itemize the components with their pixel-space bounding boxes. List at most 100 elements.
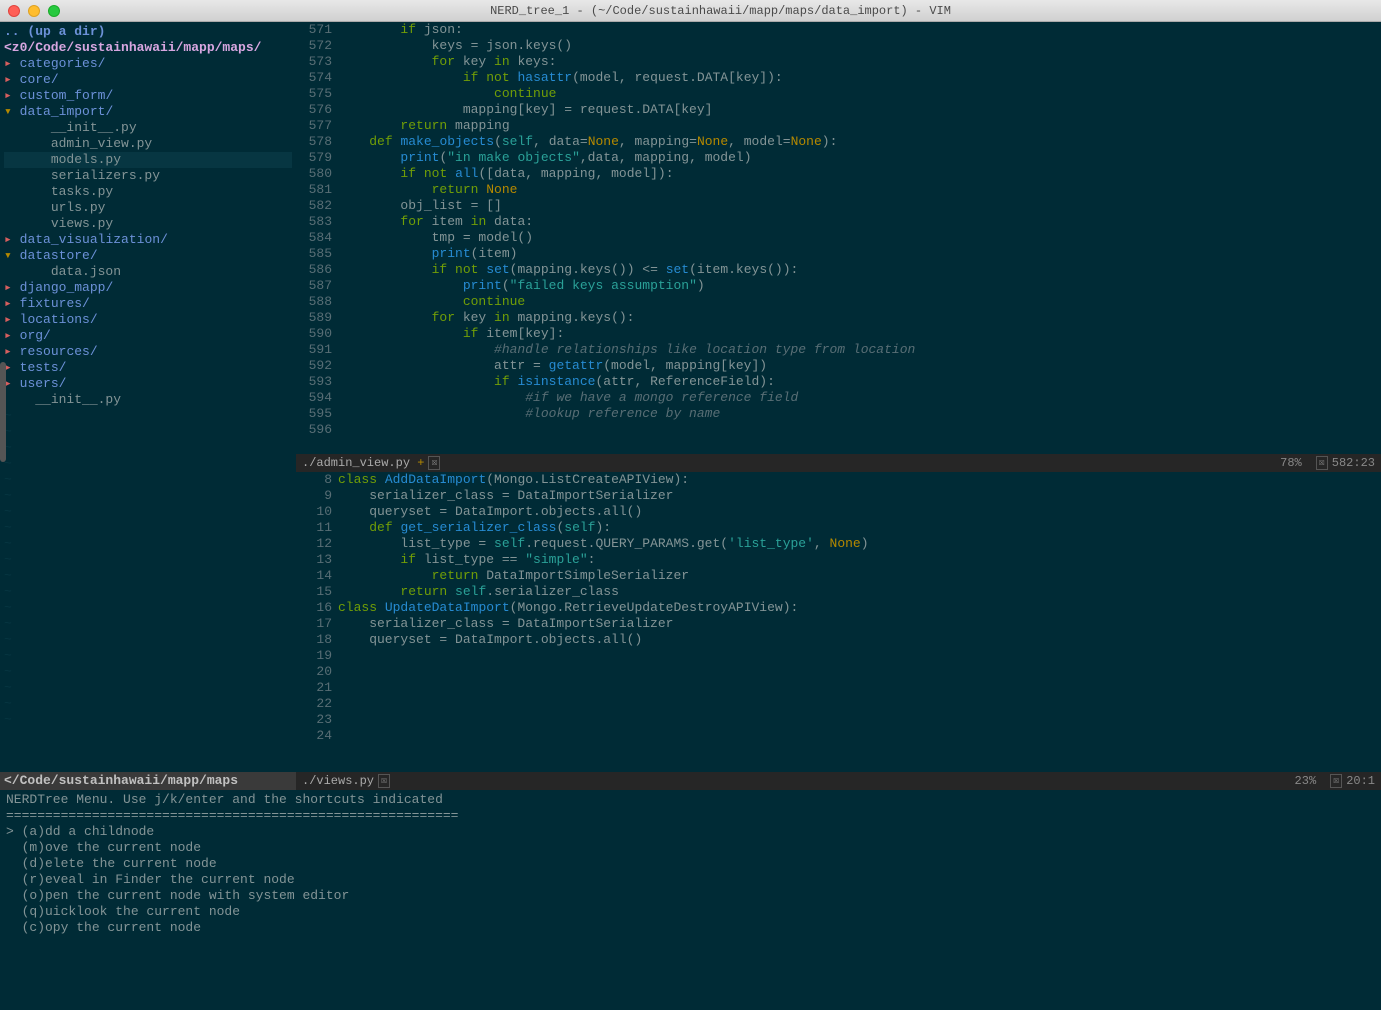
line-number: 583 [296, 214, 332, 230]
code-line[interactable]: queryset = DataImport.objects.all() [338, 632, 1381, 648]
tree-file[interactable]: tasks.py [4, 184, 292, 200]
tree-dir[interactable]: ▸ org/ [4, 328, 292, 344]
code-line[interactable]: if isinstance(attr, ReferenceField): [338, 374, 1381, 390]
tree-dir[interactable]: ▸ core/ [4, 72, 292, 88]
tree-dir[interactable]: ▸ locations/ [4, 312, 292, 328]
line-gutter: 89101112131415161718192021222324 [296, 472, 338, 772]
scrollbar[interactable] [0, 362, 6, 462]
code-line[interactable]: continue [338, 86, 1381, 102]
code-line[interactable]: class UpdateDataImport(Mongo.RetrieveUpd… [338, 600, 1381, 616]
code-line[interactable]: queryset = DataImport.objects.all() [338, 504, 1381, 520]
code-line[interactable]: #lookup reference by name [338, 406, 1381, 422]
code-line[interactable]: class AddDataImport(Mongo.ListCreateAPIV… [338, 472, 1381, 488]
line-number: 574 [296, 70, 332, 86]
code-line[interactable]: #handle relationships like location type… [338, 342, 1381, 358]
line-number: 590 [296, 326, 332, 342]
sidebar-statusline: </Code/sustainhawaii/mapp/maps [0, 772, 296, 790]
tree-file[interactable]: serializers.py [4, 168, 292, 184]
code-line[interactable]: return None [338, 182, 1381, 198]
tree-dir[interactable]: ▸ data_visualization/ [4, 232, 292, 248]
code-line[interactable]: serializer_class = DataImportSerializer [338, 488, 1381, 504]
tree-file[interactable]: __init__.py [4, 392, 292, 408]
menu-item[interactable]: (m)ove the current node [6, 840, 1375, 856]
menu-item[interactable]: (d)elete the current node [6, 856, 1375, 872]
box-icon: ☒ [1330, 774, 1342, 788]
minimize-icon[interactable] [28, 5, 40, 17]
tree-dir[interactable]: ▸ custom_form/ [4, 88, 292, 104]
code-content[interactable]: if json: keys = json.keys() for key in k… [338, 22, 1381, 454]
code-pane-bottom[interactable]: 89101112131415161718192021222324 class A… [296, 472, 1381, 772]
empty-line-tilde: ~ [4, 600, 292, 616]
code-line[interactable]: if json: [338, 22, 1381, 38]
tree-up-dir[interactable]: .. (up a dir) [4, 24, 292, 40]
arrow-icon: ▾ [4, 104, 12, 119]
menu-item[interactable]: (q)uicklook the current node [6, 904, 1375, 920]
code-line[interactable]: attr = getattr(model, mapping[key]) [338, 358, 1381, 374]
nerdtree-sidebar[interactable]: .. (up a dir) <z0/Code/sustainhawaii/map… [0, 22, 296, 790]
code-content[interactable]: class AddDataImport(Mongo.ListCreateAPIV… [338, 472, 1381, 772]
line-number: 579 [296, 150, 332, 166]
traffic-lights [8, 5, 60, 17]
code-line[interactable]: for item in data: [338, 214, 1381, 230]
code-line[interactable]: tmp = model() [338, 230, 1381, 246]
line-number: 582 [296, 198, 332, 214]
code-line[interactable]: if list_type == "simple": [338, 552, 1381, 568]
modified-flag: + [417, 456, 424, 470]
tree-file[interactable]: data.json [4, 264, 292, 280]
zoom-icon[interactable] [48, 5, 60, 17]
close-buffer-icon[interactable]: ☒ [428, 456, 440, 470]
code-line[interactable]: return self.serializer_class [338, 584, 1381, 600]
code-pane-top[interactable]: 5715725735745755765775785795805815825835… [296, 22, 1381, 454]
row-col: 20:1 [1346, 774, 1375, 788]
code-line[interactable]: print("in make objects",data, mapping, m… [338, 150, 1381, 166]
window-titlebar: NERD_tree_1 - (~/Code/sustainhawaii/mapp… [0, 0, 1381, 22]
code-line[interactable]: for key in mapping.keys(): [338, 310, 1381, 326]
line-number: 575 [296, 86, 332, 102]
tree-dir[interactable]: ▸ tests/ [4, 360, 292, 376]
code-line[interactable]: list_type = self.request.QUERY_PARAMS.ge… [338, 536, 1381, 552]
code-line[interactable]: if not hasattr(model, request.DATA[key])… [338, 70, 1381, 86]
menu-item[interactable]: > (a)dd a childnode [6, 824, 1375, 840]
tree-dir[interactable]: ▸ categories/ [4, 56, 292, 72]
code-line[interactable]: obj_list = [] [338, 198, 1381, 214]
nerdtree-menu[interactable]: NERDTree Menu. Use j/k/enter and the sho… [0, 790, 1381, 990]
tree-dir[interactable]: ▸ fixtures/ [4, 296, 292, 312]
menu-item[interactable]: (r)eveal in Finder the current node [6, 872, 1375, 888]
code-line[interactable]: for key in keys: [338, 54, 1381, 70]
code-line[interactable]: def get_serializer_class(self): [338, 520, 1381, 536]
line-gutter: 5715725735745755765775785795805815825835… [296, 22, 338, 454]
code-line[interactable]: return DataImportSimpleSerializer [338, 568, 1381, 584]
tree-file[interactable]: admin_view.py [4, 136, 292, 152]
code-line[interactable]: print("failed keys assumption") [338, 278, 1381, 294]
menu-item[interactable]: (c)opy the current node [6, 920, 1375, 936]
code-line[interactable]: if item[key]: [338, 326, 1381, 342]
code-line[interactable]: serializer_class = DataImportSerializer [338, 616, 1381, 632]
tree-dir[interactable]: ▾ datastore/ [4, 248, 292, 264]
tree-file[interactable]: urls.py [4, 200, 292, 216]
code-line[interactable]: #if we have a mongo reference field [338, 390, 1381, 406]
code-line[interactable]: mapping[key] = request.DATA[key] [338, 102, 1381, 118]
line-number: 577 [296, 118, 332, 134]
box-icon: ☒ [1316, 456, 1328, 470]
close-buffer-icon[interactable]: ☒ [378, 774, 390, 788]
code-line[interactable]: return mapping [338, 118, 1381, 134]
tree-dir[interactable]: ▸ django_mapp/ [4, 280, 292, 296]
tree-file[interactable]: models.py [4, 152, 292, 168]
row-col: 582:23 [1332, 456, 1375, 470]
tree-file[interactable]: __init__.py [4, 120, 292, 136]
line-number: 589 [296, 310, 332, 326]
tree-dir[interactable]: ▾ data_import/ [4, 104, 292, 120]
code-line[interactable]: if not all([data, mapping, model]): [338, 166, 1381, 182]
code-line[interactable]: continue [338, 294, 1381, 310]
code-line[interactable]: if not set(mapping.keys()) <= set(item.k… [338, 262, 1381, 278]
line-number: 24 [296, 728, 332, 744]
close-icon[interactable] [8, 5, 20, 17]
code-line[interactable]: print(item) [338, 246, 1381, 262]
tree-dir[interactable]: ▸ resources/ [4, 344, 292, 360]
empty-line-tilde: ~ [4, 696, 292, 712]
code-line[interactable]: def make_objects(self, data=None, mappin… [338, 134, 1381, 150]
tree-file[interactable]: views.py [4, 216, 292, 232]
menu-item[interactable]: (o)pen the current node with system edit… [6, 888, 1375, 904]
tree-dir[interactable]: ▸ users/ [4, 376, 292, 392]
code-line[interactable]: keys = json.keys() [338, 38, 1381, 54]
